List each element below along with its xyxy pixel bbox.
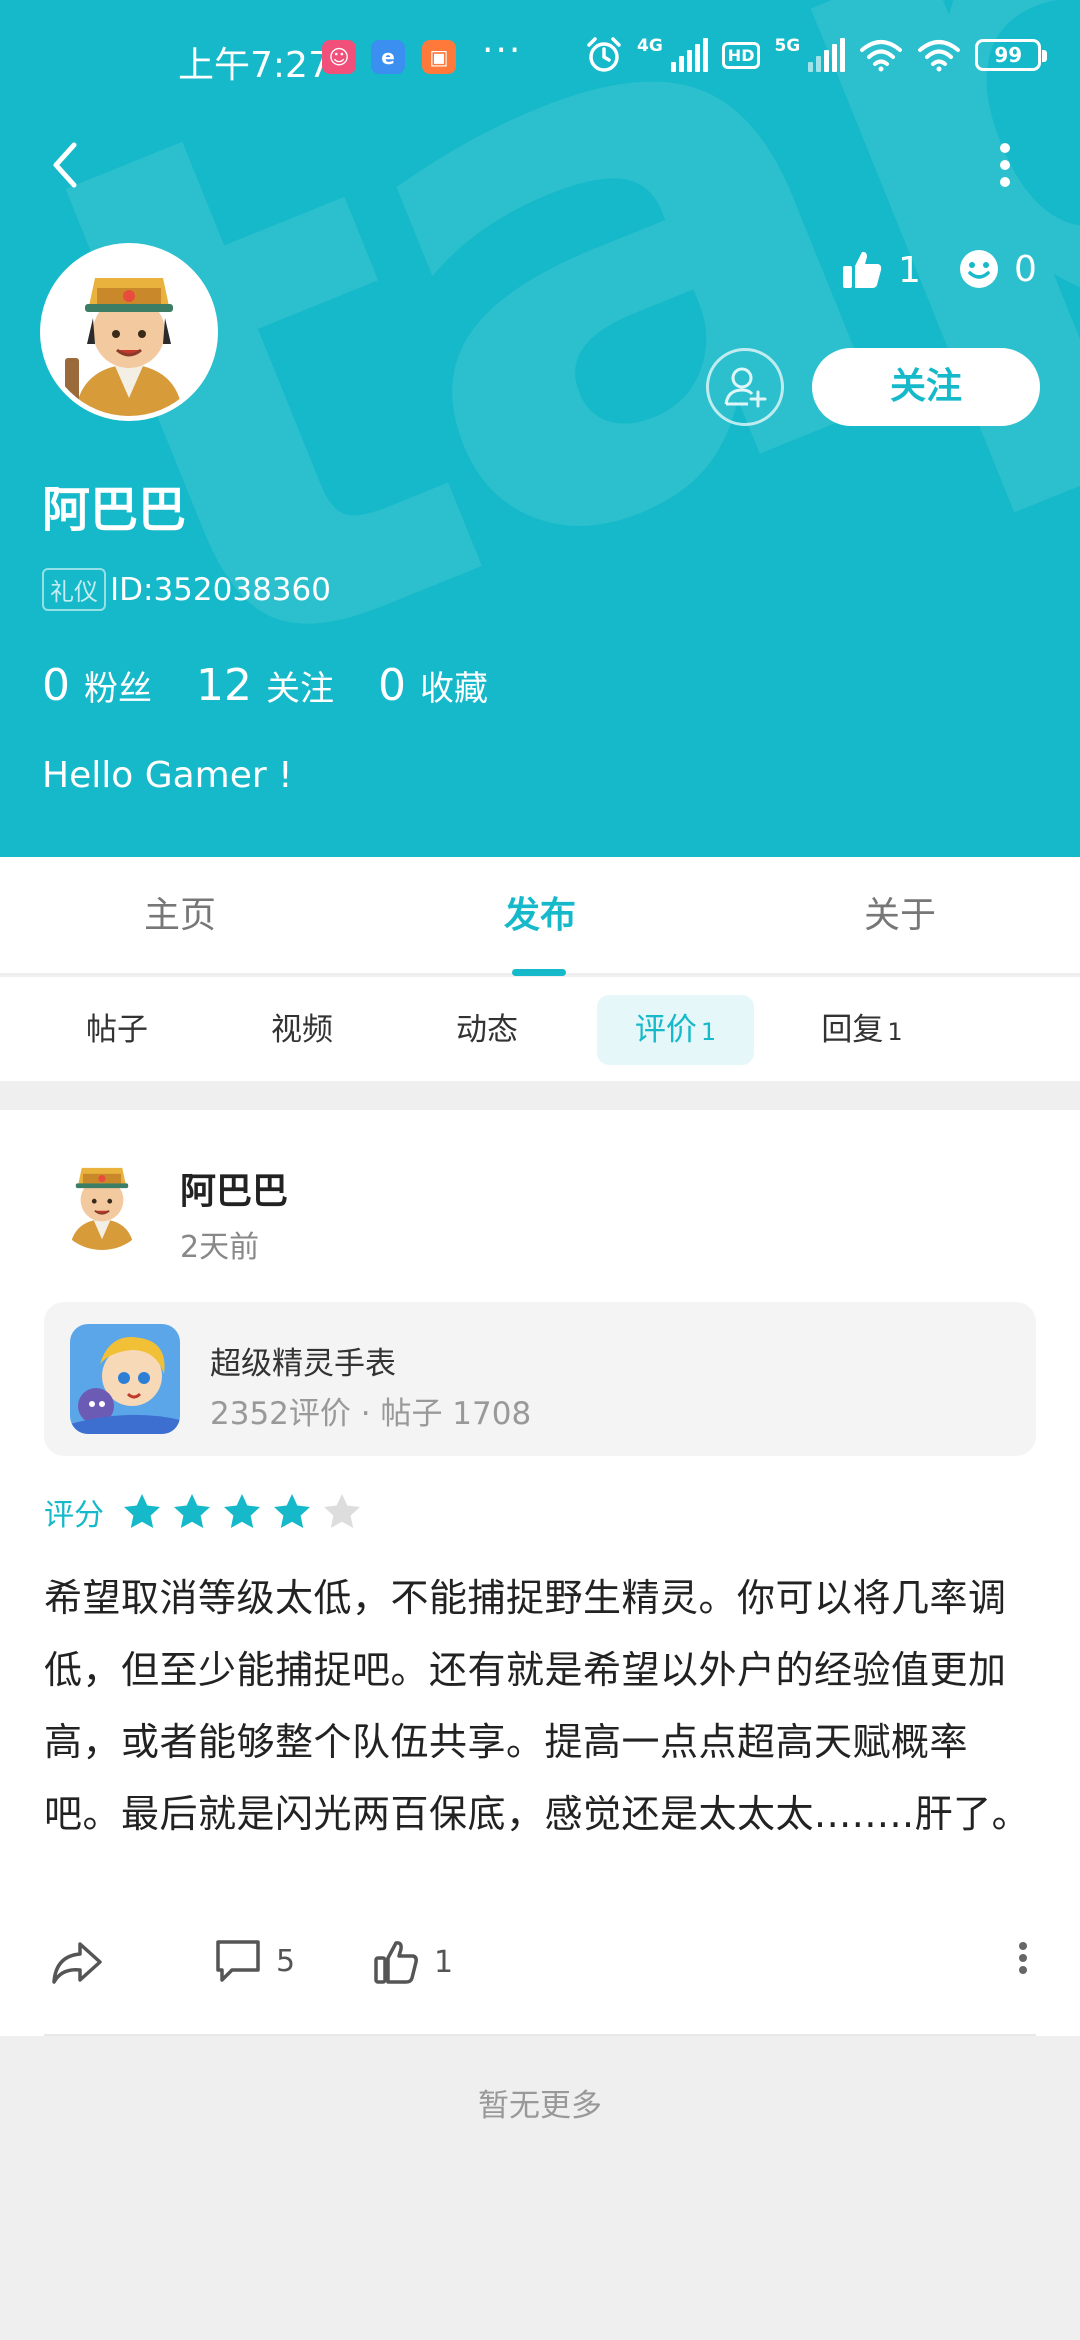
subtab-label: 评价 xyxy=(634,1012,697,1048)
more-vertical-icon xyxy=(1000,143,1010,187)
smiles-stat: 0 xyxy=(958,248,1037,290)
star-filled-icon xyxy=(124,1494,160,1528)
main-tabs: 主页 发布 关于 xyxy=(0,857,1080,975)
like-button[interactable]: 1 xyxy=(372,1938,453,1986)
following-count[interactable]: 12 xyxy=(196,660,252,711)
subtab-label: 帖子 xyxy=(86,1012,148,1048)
more-options-button[interactable] xyxy=(990,135,1020,195)
smile-icon xyxy=(960,250,998,288)
subtab-moments[interactable]: 动态 xyxy=(430,995,544,1065)
post-more-button[interactable] xyxy=(1016,1938,1030,1978)
game-title: 超级精灵手表 xyxy=(210,1346,396,1382)
hd-badge: HD xyxy=(721,41,761,69)
more-vertical-icon xyxy=(1019,1942,1027,1974)
star-empty-icon xyxy=(324,1494,360,1528)
profile-bio: Hello Gamer ! xyxy=(42,755,293,796)
battery-icon: 99 xyxy=(975,39,1048,71)
post-timestamp: 2天前 xyxy=(180,1230,260,1265)
rating-stars xyxy=(122,1492,372,1532)
post-author-name[interactable]: 阿巴巴 xyxy=(180,1162,288,1214)
status-bar: 上午7:27 ☺ e ▣ ··· 4G HD 5G 99 xyxy=(0,0,1080,120)
game-link-card[interactable]: 超级精灵手表 2352评价 · 帖子 1708 xyxy=(44,1302,1036,1456)
back-button[interactable] xyxy=(40,135,100,195)
favorites-label[interactable]: 收藏 xyxy=(420,661,488,710)
comment-count: 5 xyxy=(276,1943,296,1979)
user-id: ID:352038360 xyxy=(110,571,331,608)
game-stats: 2352评价 · 帖子 1708 xyxy=(210,1396,532,1432)
notification-app-icon: ▣ xyxy=(422,40,456,74)
profile-page: tap 上午7:27 ☺ e ▣ ··· 4G HD 5G 99 1 0 关注 … xyxy=(0,0,1080,2340)
profile-name: 阿巴巴 xyxy=(42,482,187,538)
star-filled-icon xyxy=(174,1494,210,1528)
smiles-count: 0 xyxy=(1014,248,1037,290)
user-tag-badge: 礼仪 xyxy=(42,568,106,611)
tab-posts[interactable]: 发布 xyxy=(390,857,690,975)
game-icon xyxy=(70,1324,180,1434)
rating-row: 评分 xyxy=(44,1490,372,1534)
user-id-row: 礼仪 ID:352038360 xyxy=(42,568,331,611)
favorites-count[interactable]: 0 xyxy=(378,660,406,711)
end-of-list-text: 暂无更多 xyxy=(478,2088,602,2124)
subtab-reviews[interactable]: 评价 1 xyxy=(597,995,754,1065)
subtab-count: 1 xyxy=(700,1018,717,1046)
thumbs-up-icon xyxy=(374,1941,418,1984)
notification-app-icon: ☺ xyxy=(322,40,356,74)
followers-count[interactable]: 0 xyxy=(42,660,70,711)
signal-icon xyxy=(808,38,846,72)
comment-button[interactable]: 5 xyxy=(214,1938,295,1984)
star-filled-icon xyxy=(274,1494,310,1528)
like-count: 1 xyxy=(434,1944,454,1980)
avatar-illustration xyxy=(52,1150,152,1250)
thumbs-up-icon xyxy=(843,251,882,288)
status-time: 上午7:27 xyxy=(178,45,331,86)
subtab-count: 1 xyxy=(887,1018,903,1046)
post-author-avatar[interactable] xyxy=(52,1150,152,1250)
star-filled-icon xyxy=(224,1494,260,1528)
likes-stat: 1 xyxy=(840,248,921,292)
comment-icon xyxy=(216,1940,260,1982)
review-body: 希望取消等级太低，不能捕捉野生精灵。你可以将几率调低，但至少能捕捉吧。还有就是希… xyxy=(44,1576,1031,1836)
alarm-icon xyxy=(587,37,621,72)
notification-app-icon: e xyxy=(371,40,405,74)
profile-counts: 0 粉丝 12 关注 0 收藏 xyxy=(42,660,532,711)
wifi-icon xyxy=(860,40,903,72)
active-tab-indicator xyxy=(512,969,566,976)
subtab-videos[interactable]: 视频 xyxy=(245,995,359,1065)
game-artwork xyxy=(70,1324,180,1434)
tab-about[interactable]: 关于 xyxy=(750,857,1050,975)
add-friend-button[interactable] xyxy=(706,348,784,426)
wifi-icon xyxy=(918,40,961,72)
rating-label: 评分 xyxy=(44,1498,104,1533)
likes-count: 1 xyxy=(898,249,921,291)
share-button[interactable] xyxy=(50,1938,104,1988)
subtab-label: 回复 xyxy=(821,1012,884,1048)
following-label[interactable]: 关注 xyxy=(266,661,334,710)
followers-label[interactable]: 粉丝 xyxy=(84,661,152,710)
review-card[interactable]: 阿巴巴 2天前 超级精灵手表 2352评价 · 帖子 1708 评分 希望取消等… xyxy=(0,1110,1080,2036)
subtab-label: 视频 xyxy=(271,1012,333,1048)
subtab-replies[interactable]: 回复 1 xyxy=(800,995,924,1065)
network-type-label: 4G xyxy=(637,36,663,56)
chevron-left-icon xyxy=(53,142,77,188)
network-type-label: 5G xyxy=(774,36,801,56)
follow-button[interactable]: 关注 xyxy=(812,348,1040,426)
signal-icon xyxy=(670,38,708,72)
add-user-icon xyxy=(724,367,767,408)
avatar-illustration xyxy=(45,248,213,416)
share-icon xyxy=(52,1942,102,1984)
subtab-label: 动态 xyxy=(456,1012,518,1048)
tab-home[interactable]: 主页 xyxy=(30,857,330,975)
avatar[interactable] xyxy=(40,243,218,421)
divider xyxy=(44,2034,1036,2036)
profile-header: tap 上午7:27 ☺ e ▣ ··· 4G HD 5G 99 1 0 关注 … xyxy=(0,0,1080,857)
status-icons: 4G HD 5G 99 xyxy=(585,36,1048,74)
sub-tabs: 帖子 视频 动态 评价 1 回复 1 xyxy=(0,977,1080,1081)
post-actions: 5 1 xyxy=(0,1938,1080,2018)
more-notifications-icon: ··· xyxy=(482,30,523,71)
subtab-threads[interactable]: 帖子 xyxy=(60,995,174,1065)
